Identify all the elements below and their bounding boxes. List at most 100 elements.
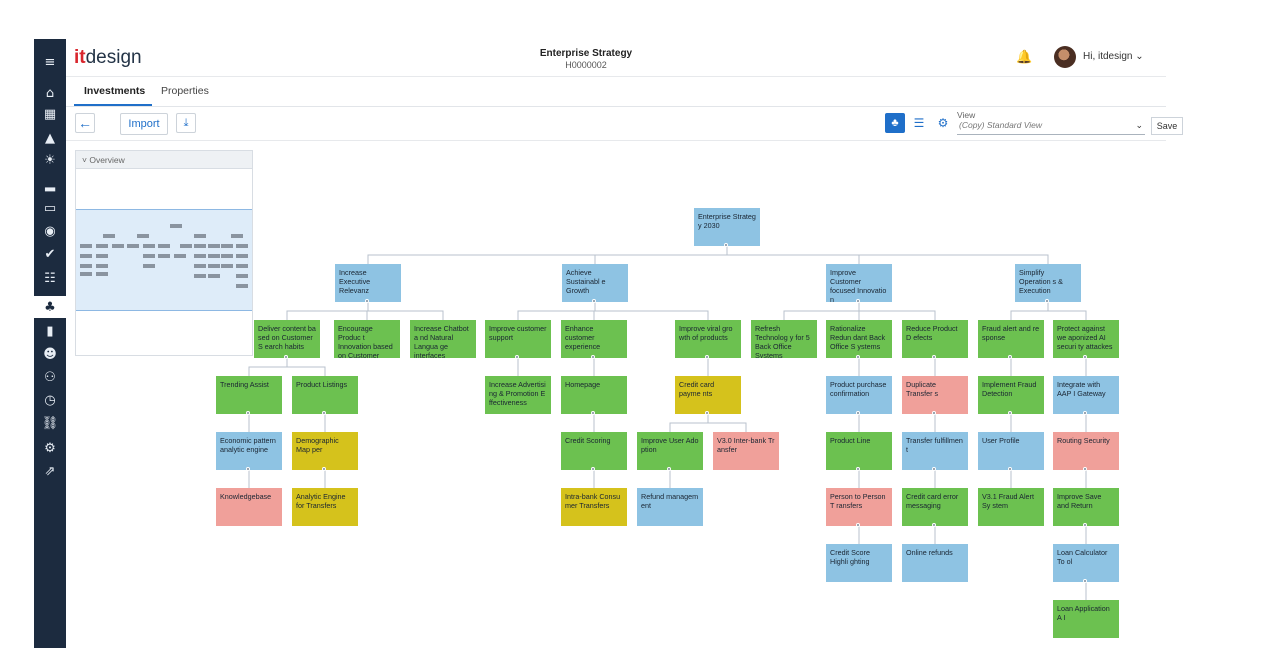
expand-handle[interactable] (1045, 299, 1049, 303)
node-label: Integrate with AAP I Gateway (1057, 380, 1106, 398)
expand-handle[interactable] (1083, 355, 1087, 359)
node-label: Credit Scoring (565, 436, 611, 445)
hierarchy-node[interactable]: Improve User Ado ption (637, 432, 703, 470)
expand-handle[interactable] (591, 467, 595, 471)
hierarchy-node[interactable]: Refund managem ent (637, 488, 703, 526)
node-label: Increase Chatbot a nd Natural Langua ge … (414, 324, 469, 358)
hierarchy-node[interactable]: Reduce Product D efects (902, 320, 968, 358)
expand-handle[interactable] (705, 355, 709, 359)
hierarchy-node[interactable]: V3.1 Fraud Alert Sy stem (978, 488, 1044, 526)
node-label: Increase Advertisi ng & Promotion E ffec… (489, 380, 546, 407)
hierarchy-node[interactable]: Person to Person T ransfers (826, 488, 892, 526)
hierarchy-node[interactable]: Product purchase confirmation (826, 376, 892, 414)
hierarchy-node[interactable]: Loan Calculator To ol (1053, 544, 1119, 582)
expand-handle[interactable] (591, 355, 595, 359)
hierarchy-node[interactable]: Routing Security (1053, 432, 1119, 470)
node-label: Credit Score Highli ghting (830, 548, 870, 566)
node-label: Increase Executive Relevanz (339, 268, 371, 295)
node-label: Trending Assist (220, 380, 269, 389)
hierarchy-node[interactable]: Simplify Operation s & Execution (1015, 264, 1081, 302)
hierarchy-node[interactable]: Protect against we aponized AI securi ty… (1053, 320, 1119, 358)
hierarchy-node[interactable]: Encourage Produc t Innovation based on C… (334, 320, 400, 358)
expand-handle[interactable] (1083, 523, 1087, 527)
node-label: Achieve Sustainabl e Growth (566, 268, 606, 295)
node-label: Refund managem ent (641, 492, 699, 510)
hierarchy-node[interactable]: Increase Advertisi ng & Promotion E ffec… (485, 376, 551, 414)
node-label: Loan Application A I (1057, 604, 1110, 622)
expand-handle[interactable] (592, 299, 596, 303)
hierarchy-node[interactable]: Intra-bank Consu mer Transfers (561, 488, 627, 526)
hierarchy-node[interactable]: Achieve Sustainabl e Growth (562, 264, 628, 302)
expand-handle[interactable] (365, 299, 369, 303)
hierarchy-node[interactable]: Homepage (561, 376, 627, 414)
hierarchy-node[interactable]: Improve Customer focused Innovatio n (826, 264, 892, 302)
hierarchy-node[interactable]: Trending Assist (216, 376, 282, 414)
expand-handle[interactable] (1008, 411, 1012, 415)
expand-handle[interactable] (515, 355, 519, 359)
expand-handle[interactable] (856, 411, 860, 415)
hierarchy-node[interactable]: Economic pattern analytic engine (216, 432, 282, 470)
expand-handle[interactable] (322, 467, 326, 471)
hierarchy-node[interactable]: Improve Save and Return (1053, 488, 1119, 526)
hierarchy-node[interactable]: Credit Score Highli ghting (826, 544, 892, 582)
hierarchy-node[interactable]: Duplicate Transfer s (902, 376, 968, 414)
hierarchy-node[interactable]: Enterprise Strateg y 2030 (694, 208, 760, 246)
hierarchy-node[interactable]: Demographic Map per (292, 432, 358, 470)
hierarchy-node[interactable]: Increase Executive Relevanz (335, 264, 401, 302)
expand-handle[interactable] (591, 411, 595, 415)
expand-handle[interactable] (932, 467, 936, 471)
hierarchy-node[interactable]: Deliver content ba sed on Customer S ear… (254, 320, 320, 358)
expand-handle[interactable] (1083, 467, 1087, 471)
hierarchy-node[interactable]: Credit Scoring (561, 432, 627, 470)
hierarchy-node[interactable]: User Profile (978, 432, 1044, 470)
node-label: Product Listings (296, 380, 348, 389)
expand-handle[interactable] (1008, 355, 1012, 359)
hierarchy-node[interactable]: Refresh Technolog y for 5 Back Office Sy… (751, 320, 817, 358)
hierarchy-node[interactable]: V3.0 Inter-bank Tr ansfer (713, 432, 779, 470)
node-label: Simplify Operation s & Execution (1019, 268, 1063, 295)
hierarchy-node[interactable]: Implement Fraud Detection (978, 376, 1044, 414)
node-label: User Profile (982, 436, 1020, 445)
expand-handle[interactable] (1083, 579, 1087, 583)
expand-handle[interactable] (856, 467, 860, 471)
node-label: Economic pattern analytic engine (220, 436, 276, 454)
node-label: Improve User Ado ption (641, 436, 699, 454)
node-label: Rationalize Redun dant Back Office S yst… (830, 324, 886, 351)
hierarchy-node[interactable]: Integrate with AAP I Gateway (1053, 376, 1119, 414)
expand-handle[interactable] (1008, 467, 1012, 471)
expand-handle[interactable] (856, 523, 860, 527)
hierarchy-node[interactable]: Product Line (826, 432, 892, 470)
hierarchy-node[interactable]: Fraud alert and re sponse (978, 320, 1044, 358)
expand-handle[interactable] (284, 355, 288, 359)
hierarchy-node[interactable]: Transfer fulfillmen t (902, 432, 968, 470)
hierarchy-node[interactable]: Credit card error messaging (902, 488, 968, 526)
node-label: Routing Security (1057, 436, 1110, 445)
expand-handle[interactable] (724, 243, 728, 247)
hierarchy-node[interactable]: Rationalize Redun dant Back Office S yst… (826, 320, 892, 358)
expand-handle[interactable] (246, 411, 250, 415)
expand-handle[interactable] (322, 411, 326, 415)
hierarchy-node[interactable]: Improve viral gro wth of products (675, 320, 741, 358)
hierarchy-node[interactable]: Online refunds (902, 544, 968, 582)
node-label: Enterprise Strateg y 2030 (698, 212, 756, 230)
expand-handle[interactable] (932, 411, 936, 415)
hierarchy-node[interactable]: Improve customer support (485, 320, 551, 358)
expand-handle[interactable] (667, 467, 671, 471)
node-label: V3.1 Fraud Alert Sy stem (982, 492, 1034, 510)
expand-handle[interactable] (246, 467, 250, 471)
hierarchy-node[interactable]: Analytic Engine for Transfers (292, 488, 358, 526)
node-label: Credit card payme nts (679, 380, 715, 398)
hierarchy-node[interactable]: Enhance customer experience (561, 320, 627, 358)
hierarchy-node[interactable]: Credit card payme nts (675, 376, 741, 414)
node-label: Online refunds (906, 548, 953, 557)
expand-handle[interactable] (932, 523, 936, 527)
expand-handle[interactable] (856, 299, 860, 303)
expand-handle[interactable] (705, 411, 709, 415)
hierarchy-node[interactable]: Product Listings (292, 376, 358, 414)
expand-handle[interactable] (856, 355, 860, 359)
expand-handle[interactable] (1083, 411, 1087, 415)
expand-handle[interactable] (932, 355, 936, 359)
hierarchy-node[interactable]: Knowledgebase (216, 488, 282, 526)
hierarchy-node[interactable]: Increase Chatbot a nd Natural Langua ge … (410, 320, 476, 358)
hierarchy-node[interactable]: Loan Application A I (1053, 600, 1119, 638)
